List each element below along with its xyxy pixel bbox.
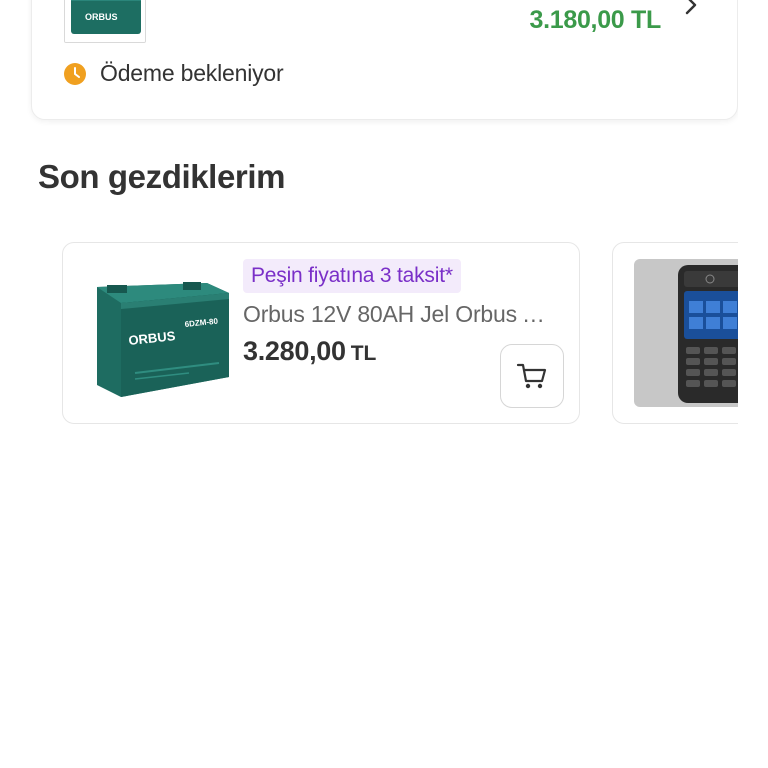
order-status: Ödeme bekleniyor xyxy=(64,60,284,87)
price-amount: 3.280,00 xyxy=(243,336,346,366)
product-name[interactable]: Orbus 12V 80AH Jel Orbus Akü xyxy=(243,301,553,328)
product-card[interactable] xyxy=(612,242,738,424)
order-status-text: Ödeme bekleniyor xyxy=(100,60,284,86)
price-currency: TL xyxy=(350,342,377,365)
clock-icon xyxy=(64,62,86,85)
promo-badge: Peşin fiyatına 3 taksit* xyxy=(243,259,461,293)
order-product-thumbnail: ORBUS xyxy=(64,0,146,43)
cart-icon xyxy=(516,363,547,389)
product-image-battery: ORBUS 6DZM-80 xyxy=(97,282,229,397)
section-title-recently-viewed: Son gezdiklerim xyxy=(38,158,286,195)
order-card[interactable]: ORBUS 3.180,00 TL Ödeme bekleniyor xyxy=(31,0,738,120)
page-viewport: ORBUS 3.180,00 TL Ödeme bekleniyor Son g… xyxy=(0,0,738,768)
product-card[interactable]: ORBUS 6DZM-80 Peşin fiyatına 3 taksit* O… xyxy=(62,242,580,424)
battery-thumbnail-icon: ORBUS xyxy=(65,0,145,42)
product-price: 3.280,00 TL xyxy=(243,336,376,367)
thumb-brand-text: ORBUS xyxy=(85,12,118,22)
add-to-cart-button[interactable] xyxy=(500,344,564,408)
product-image-pos-terminal xyxy=(634,259,738,407)
order-price: 3.180,00 TL xyxy=(529,6,661,34)
chevron-right-icon[interactable] xyxy=(681,0,701,15)
